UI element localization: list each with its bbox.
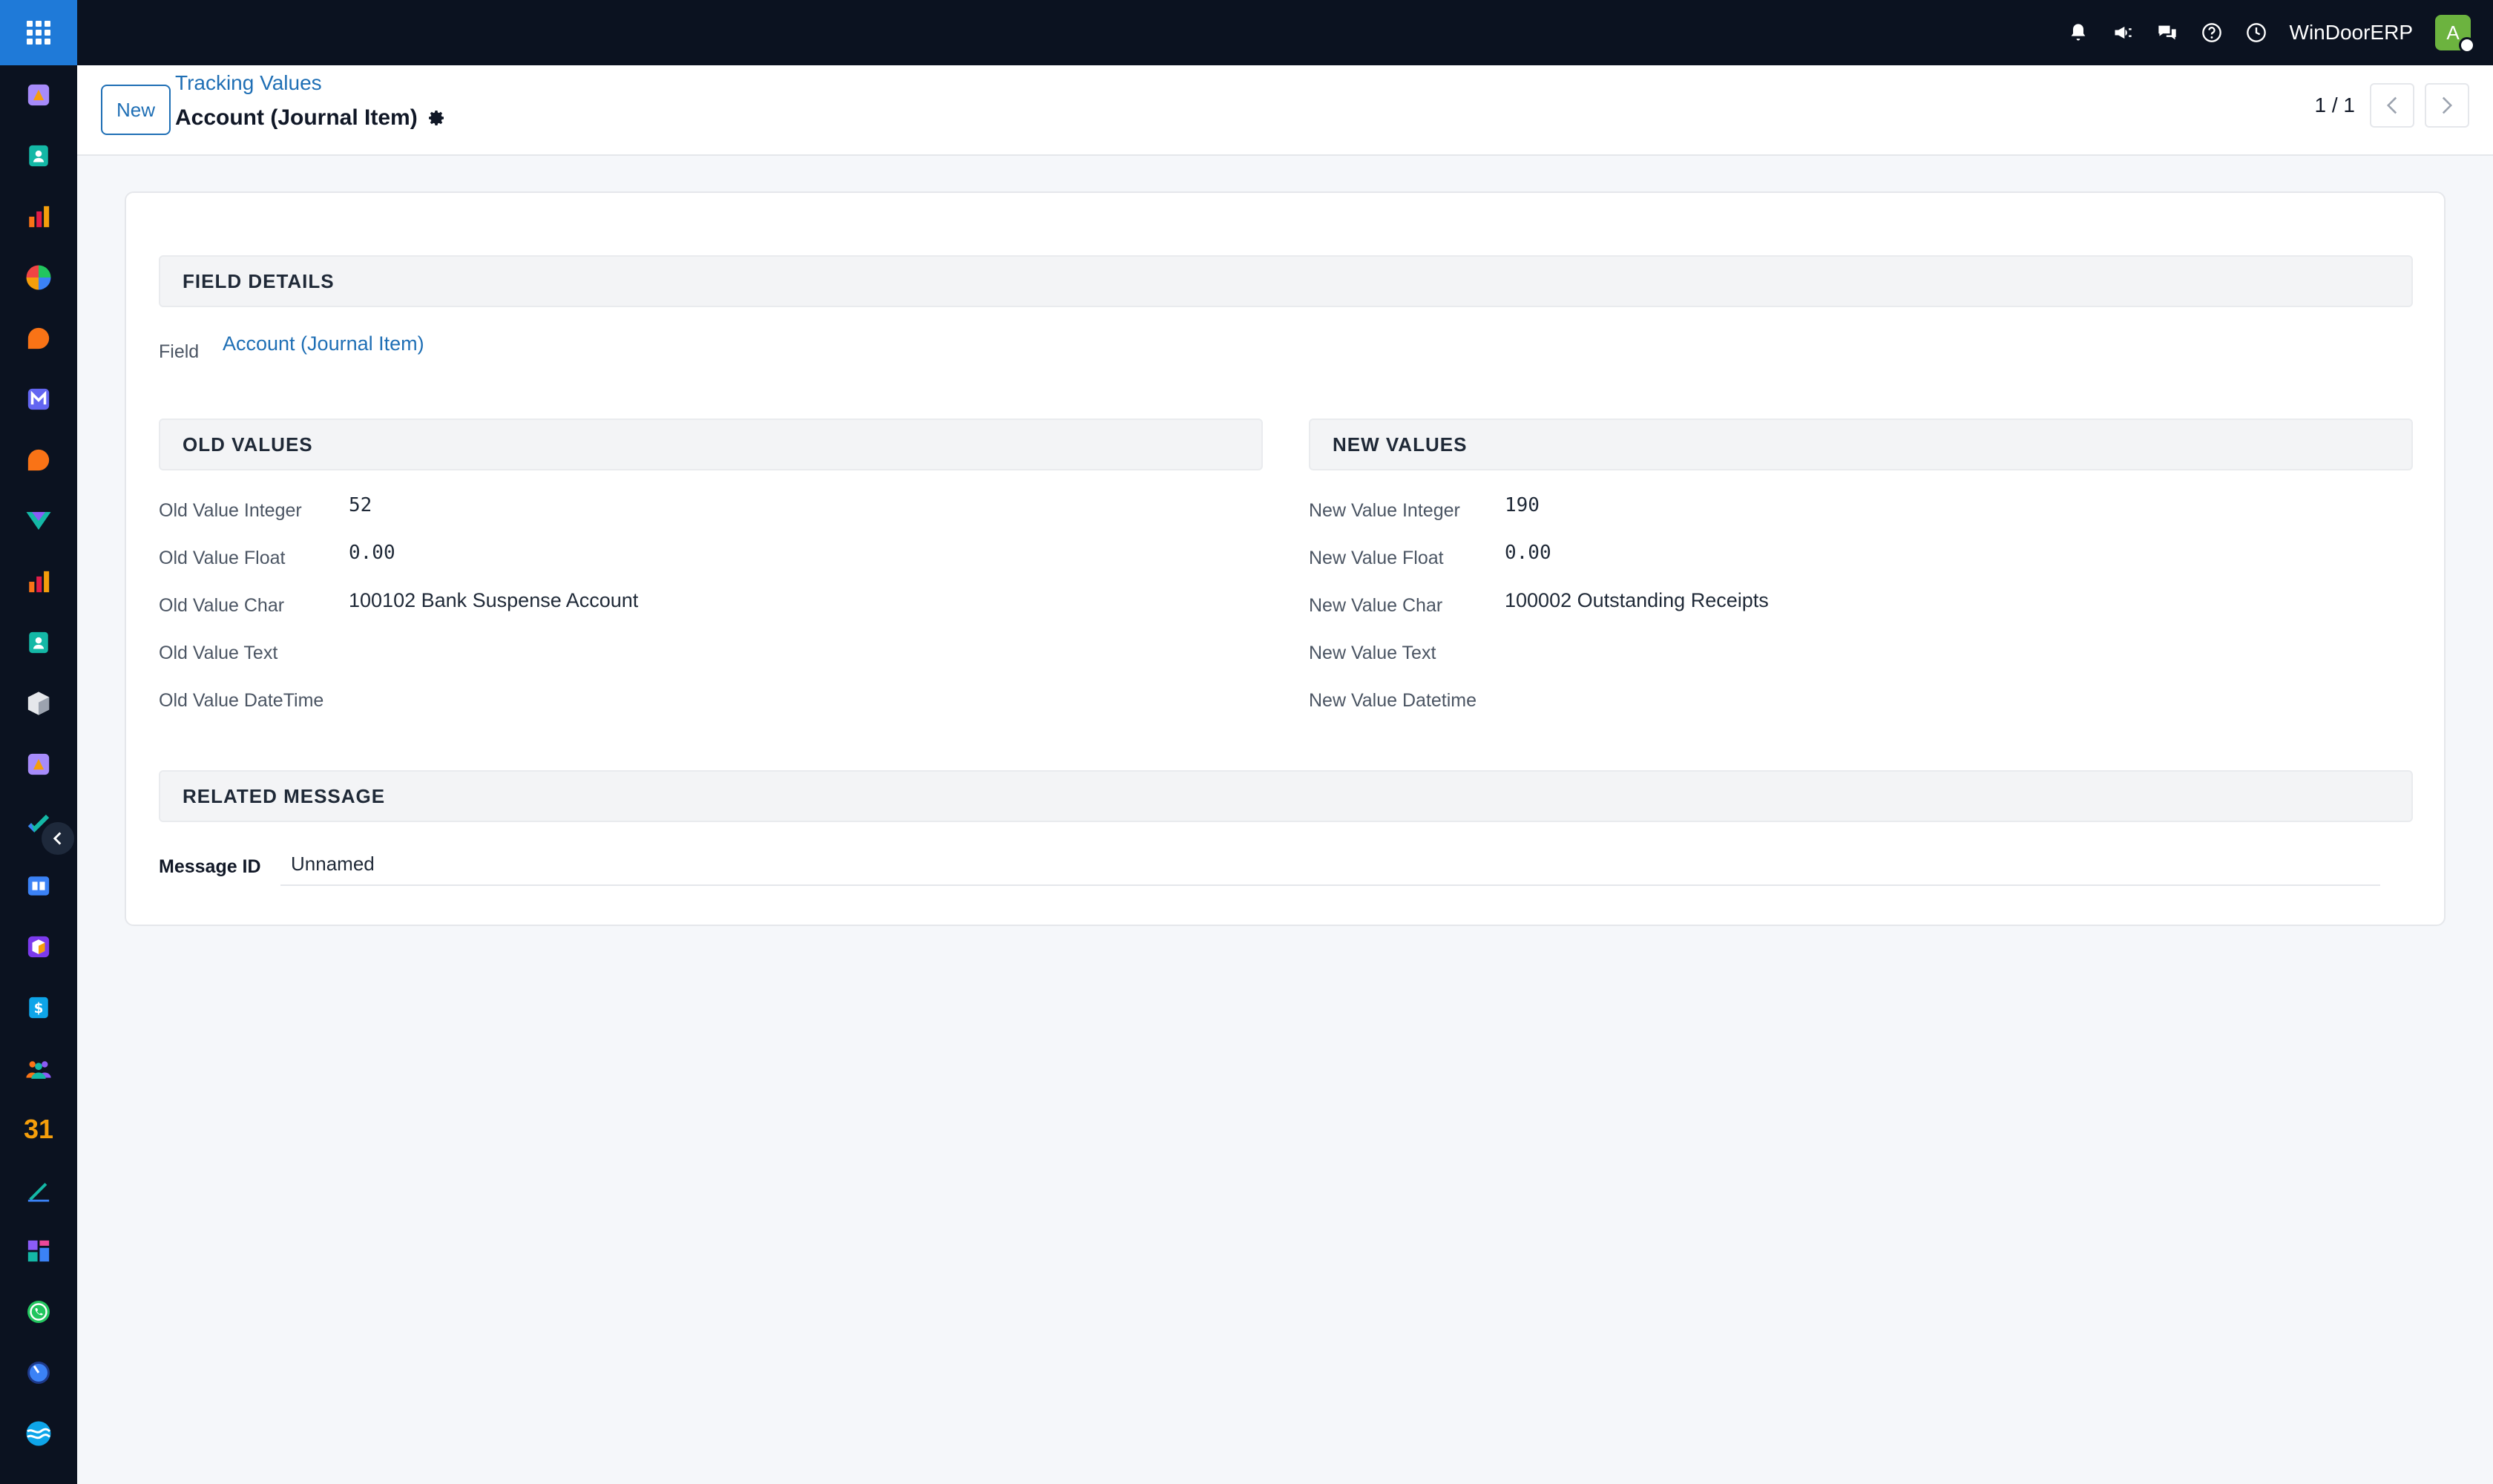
new-button[interactable]: New xyxy=(101,85,171,135)
pager-next-button[interactable] xyxy=(2425,83,2469,128)
timer-icon[interactable] xyxy=(24,1358,53,1388)
old-value-float-label: Old Value Float xyxy=(159,548,286,568)
message-id-label: Message ID xyxy=(159,856,261,877)
help-icon[interactable] xyxy=(2201,22,2223,44)
new-value-datetime-label: New Value Datetime xyxy=(1309,690,1477,711)
old-value-datetime-label: Old Value DateTime xyxy=(159,690,324,711)
mail-icon[interactable] xyxy=(24,384,53,414)
new-value-integer: 190 xyxy=(1505,494,1540,516)
live-chat-icon[interactable] xyxy=(24,445,53,475)
breadcrumb-tracking-values[interactable]: Tracking Values xyxy=(175,71,322,95)
contacts-icon[interactable] xyxy=(24,141,53,171)
new-value-integer-label: New Value Integer xyxy=(1309,500,1460,521)
new-value-float: 0.00 xyxy=(1505,542,1551,564)
product-icon[interactable] xyxy=(24,932,53,962)
inventory-icon[interactable] xyxy=(24,689,53,718)
section-related-message: RELATED MESSAGE xyxy=(159,770,2413,822)
chevron-right-icon xyxy=(2442,96,2453,114)
megaphone-icon[interactable] xyxy=(2112,22,2134,44)
employees-icon[interactable] xyxy=(24,628,53,657)
pager-previous-button[interactable] xyxy=(2370,83,2414,128)
old-value-char-label: Old Value Char xyxy=(159,595,285,616)
top-navbar: WinDoorERP A xyxy=(0,0,2493,65)
pie-icon[interactable] xyxy=(24,263,53,292)
chat-icon[interactable] xyxy=(2156,22,2178,44)
field-label: Field xyxy=(159,341,200,362)
spreadsheet-icon[interactable] xyxy=(24,80,53,110)
app-menu-button[interactable] xyxy=(0,0,77,65)
old-value-integer: 52 xyxy=(349,494,372,516)
sidebar-collapse-button[interactable] xyxy=(42,822,74,855)
record-title-text: Account (Journal Item) xyxy=(175,105,418,130)
app-sidebar: $ 31 xyxy=(0,65,77,1484)
message-id-field[interactable]: Unnamed xyxy=(280,843,2380,886)
team-icon[interactable] xyxy=(24,1054,53,1083)
old-value-text-label: Old Value Text xyxy=(159,643,278,663)
whatsapp-icon[interactable] xyxy=(24,1297,53,1327)
company-name[interactable]: WinDoorERP xyxy=(2290,21,2413,45)
gear-icon[interactable] xyxy=(428,109,446,127)
discuss-icon[interactable] xyxy=(24,324,53,353)
section-field-details: FIELD DETAILS xyxy=(159,255,2413,307)
chevron-left-icon xyxy=(53,832,62,845)
section-old-values: OLD VALUES xyxy=(159,418,1263,470)
apps-dashboard-icon[interactable] xyxy=(24,1236,53,1266)
control-panel: New Tracking Values Account (Journal Ite… xyxy=(77,65,2493,156)
knowledge-icon[interactable] xyxy=(24,871,53,901)
old-value-float: 0.00 xyxy=(349,542,395,564)
reporting-icon[interactable] xyxy=(24,202,53,232)
chevron-left-icon xyxy=(2386,96,2397,114)
old-value-integer-label: Old Value Integer xyxy=(159,500,302,521)
section-new-values: NEW VALUES xyxy=(1309,418,2413,470)
form-sheet: FIELD DETAILS Field Account (Journal Ite… xyxy=(125,191,2446,926)
invoice-icon[interactable]: $ xyxy=(24,993,53,1022)
avatar-initial: A xyxy=(2446,21,2460,44)
website-icon[interactable] xyxy=(24,1419,53,1448)
pager: 1 / 1 xyxy=(2315,83,2469,128)
sign-icon[interactable] xyxy=(24,1175,53,1205)
new-value-char-label: New Value Char xyxy=(1309,595,1443,616)
svg-text:$: $ xyxy=(34,1001,44,1017)
new-value-text-label: New Value Text xyxy=(1309,643,1436,663)
clock-icon[interactable] xyxy=(2245,22,2267,44)
old-value-char: 100102 Bank Suspense Account xyxy=(349,589,639,611)
pager-value[interactable]: 1 / 1 xyxy=(2315,93,2355,117)
status-dot xyxy=(2459,37,2475,53)
field-value-link[interactable]: Account (Journal Item) xyxy=(223,332,424,355)
bell-icon[interactable] xyxy=(2067,22,2089,44)
new-value-char: 100002 Outstanding Receipts xyxy=(1505,589,1769,611)
project-icon[interactable] xyxy=(24,506,53,536)
documents-icon[interactable] xyxy=(24,749,53,779)
record-title: Account (Journal Item) xyxy=(175,105,446,131)
dashboard-icon[interactable] xyxy=(24,567,53,597)
grid-icon xyxy=(27,21,50,45)
systray: WinDoorERP A xyxy=(2067,0,2475,65)
calendar-icon[interactable]: 31 xyxy=(24,1114,53,1144)
new-value-float-label: New Value Float xyxy=(1309,548,1444,568)
user-avatar[interactable]: A xyxy=(2435,15,2475,53)
